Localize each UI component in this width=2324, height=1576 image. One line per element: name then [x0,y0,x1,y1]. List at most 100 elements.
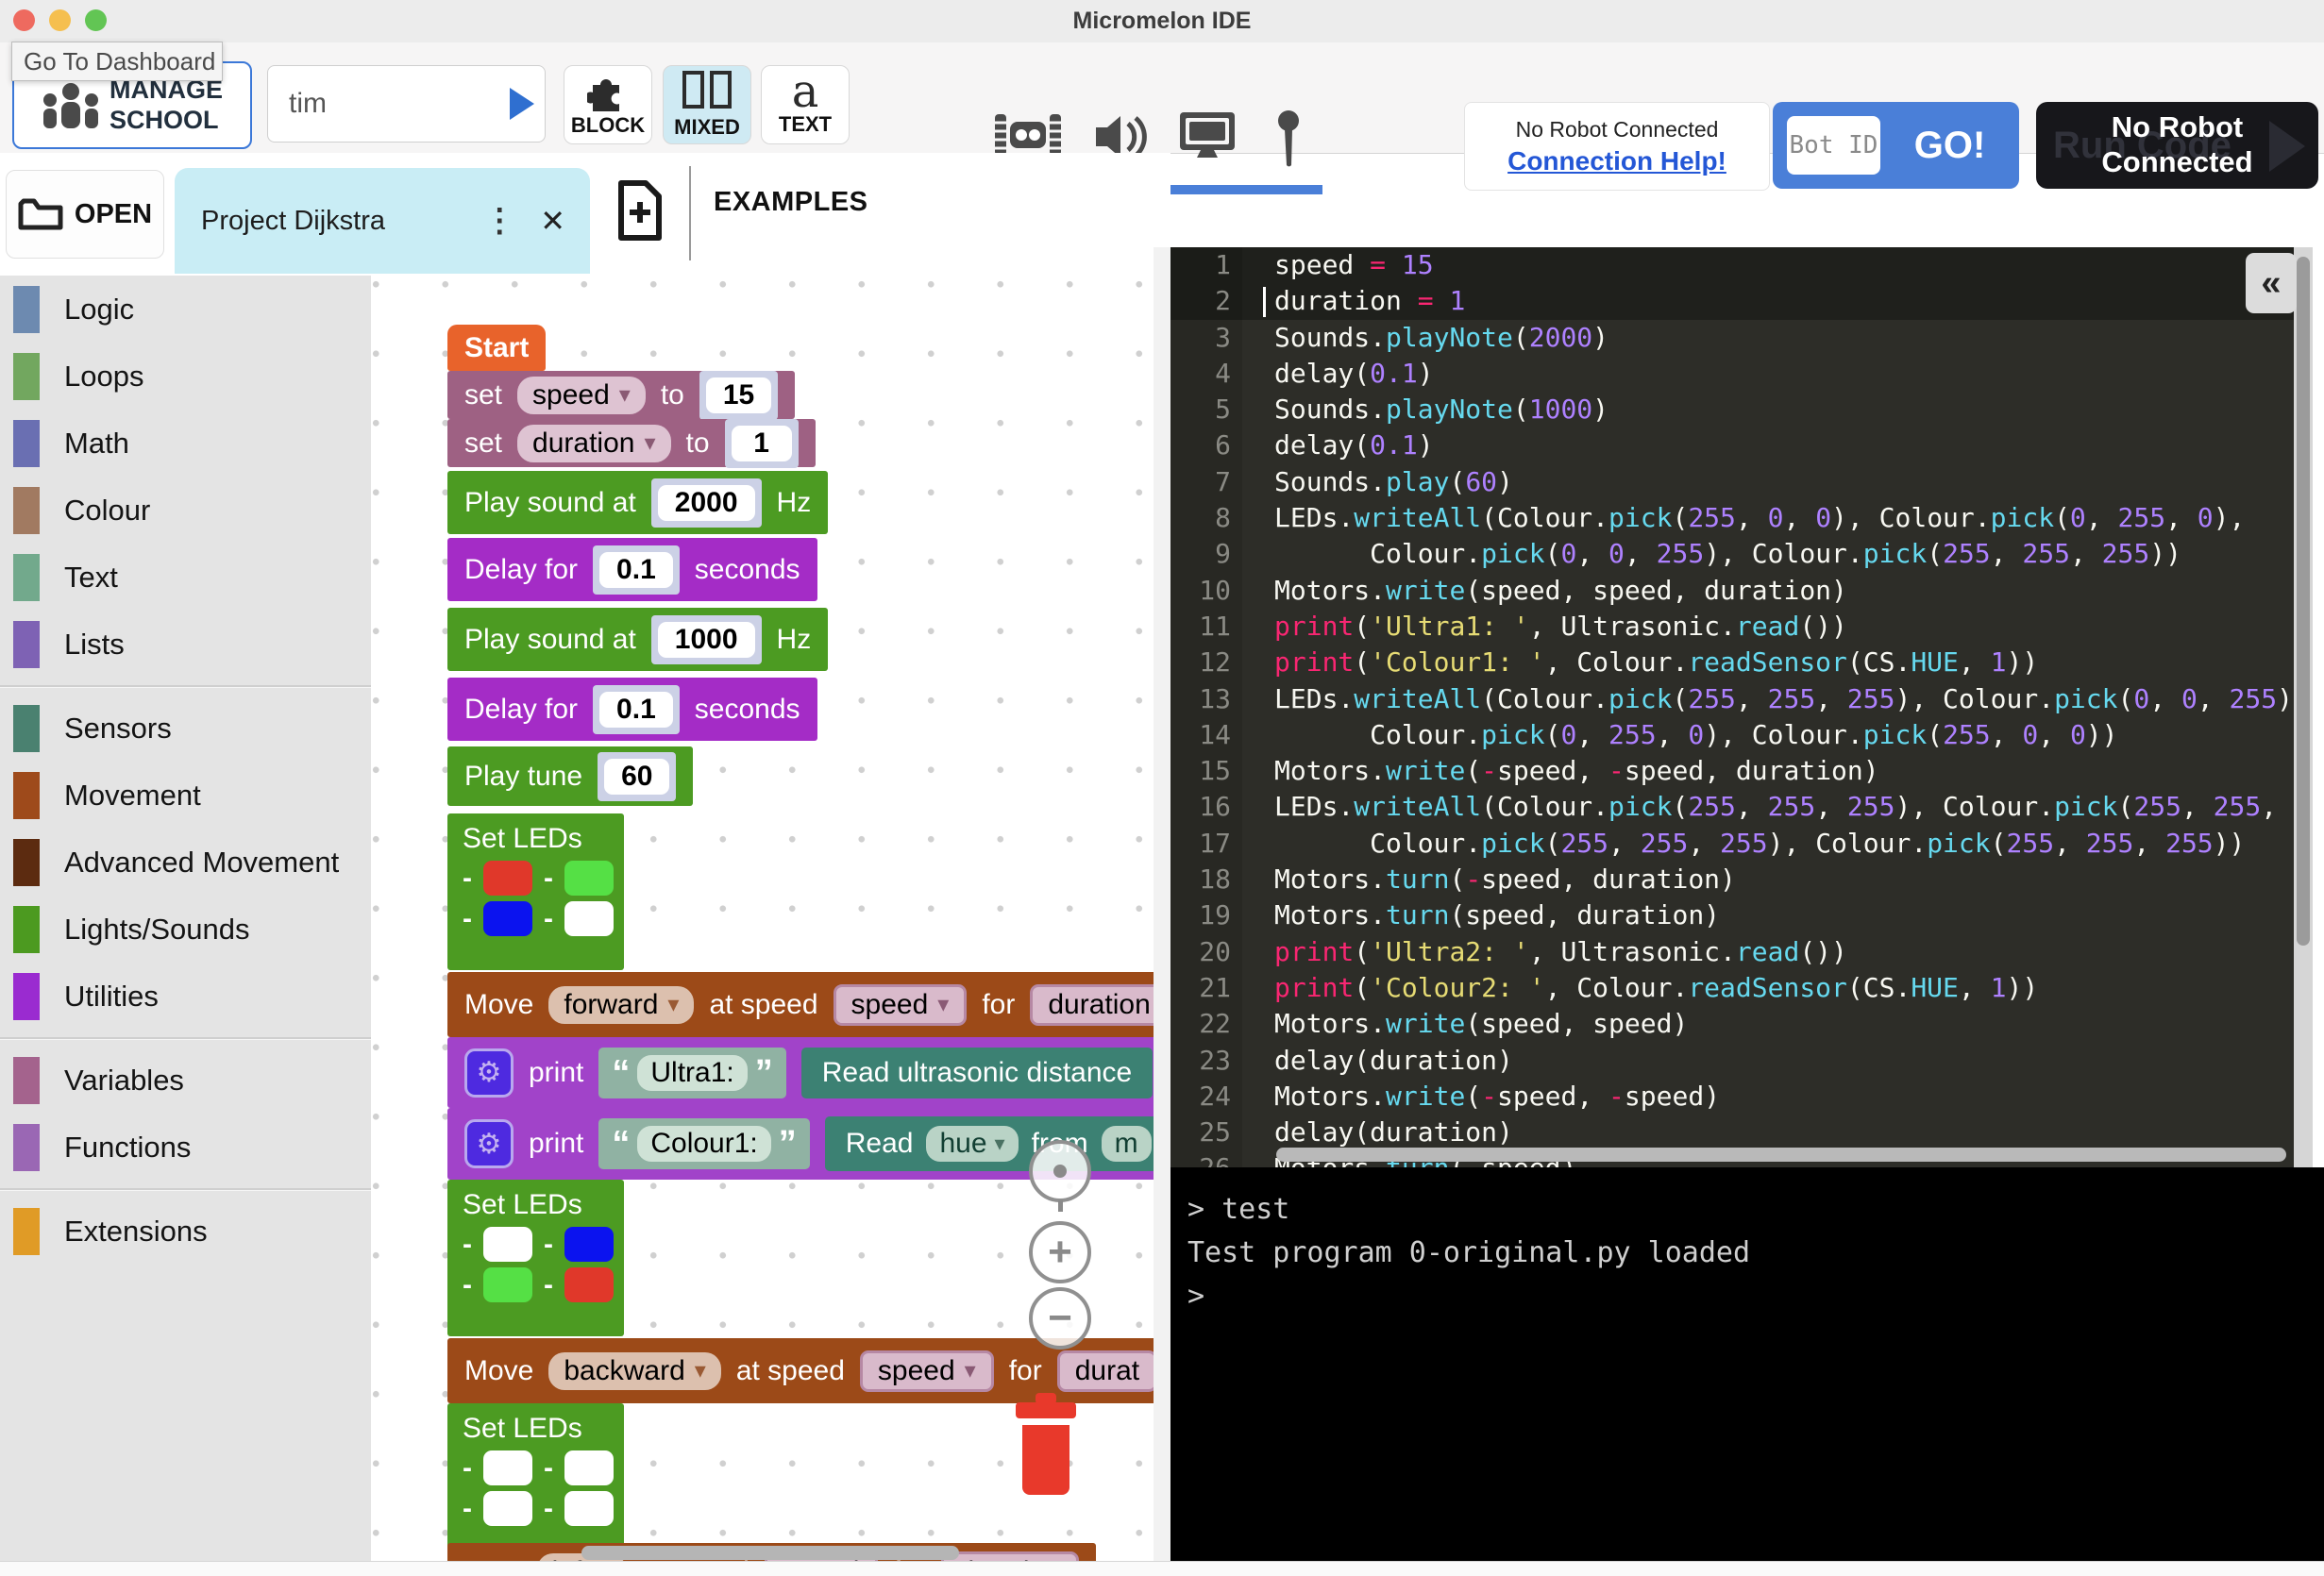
code-line[interactable]: 16LEDs.writeAll(Colour.pick(255, 255, 25… [1170,789,2294,825]
tab-menu-icon[interactable]: ⋮ [483,202,515,240]
editor-horizontal-scrollbar-thumb[interactable] [1276,1148,2286,1162]
run-code-button-disabled[interactable]: Run Code No Robot Connected [2036,102,2318,189]
value-socket[interactable]: 1 [725,419,799,468]
code-line[interactable]: 8LEDs.writeAll(Colour.pick(255, 0, 0), C… [1170,500,2294,536]
led-swatch[interactable] [483,1267,532,1302]
sidebar-item-movement[interactable]: Movement [0,762,371,829]
sidebar-item-advanced-movement[interactable]: Advanced Movement [0,829,371,896]
code-editor[interactable]: 1speed = 152duration = 13Sounds.playNote… [1170,247,2294,1167]
canvas-horizontal-scrollbar[interactable] [581,1546,959,1560]
variable-dropdown[interactable]: duration▾ [517,425,670,462]
code-line[interactable]: 10Motors.write(speed, speed, duration) [1170,573,2294,609]
project-tab[interactable]: Project Dijkstra ⋮ ✕ [175,168,590,274]
go-button[interactable]: GO! [1880,125,2019,167]
value-socket[interactable]: 0.1 [593,545,680,595]
sidebar-item-variables[interactable]: Variables [0,1047,371,1114]
direction-dropdown[interactable]: backward▾ [548,1352,720,1390]
led-swatch[interactable] [483,861,532,896]
set-leds-block[interactable]: Set LEDs -- -- [447,1403,624,1560]
led-swatch[interactable] [564,861,614,896]
text-mode-button[interactable]: a TEXT [761,65,850,144]
led-swatch[interactable] [483,1227,532,1262]
project-name-input[interactable] [267,65,546,143]
delay-block[interactable]: Delay for 0.1 seconds [447,538,817,601]
monitor-icon[interactable] [1178,110,1237,163]
set-leds-block[interactable]: Set LEDs -- -- [447,813,624,970]
set-duration-block[interactable]: set duration▾ to 1 [447,419,816,467]
led-swatch[interactable] [564,1450,614,1485]
sidebar-item-logic[interactable]: Logic [0,276,371,343]
code-line[interactable]: 25delay(duration) [1170,1115,2294,1150]
connection-help-link[interactable]: Connection Help! [1507,146,1726,176]
code-line[interactable]: 18Motors.turn(-speed, duration) [1170,862,2294,897]
value-socket[interactable]: 0.1 [593,685,680,734]
led-swatch[interactable] [564,901,614,936]
value-socket[interactable]: 60 [598,752,676,801]
code-line[interactable]: 22Motors.write(speed, speed) [1170,1006,2294,1042]
run-play-icon[interactable] [510,88,534,120]
channel-dropdown[interactable]: hue▾ [926,1126,1018,1162]
trash-icon[interactable] [1013,1393,1079,1499]
led-swatch[interactable] [564,1267,614,1302]
duration-variable-pill[interactable]: duration [941,1551,1079,1561]
tab-close-icon[interactable]: ✕ [540,203,565,239]
string-block[interactable]: “Ultra1: ” [598,1048,785,1098]
gear-icon[interactable]: ⚙ [464,1048,514,1098]
code-line[interactable]: 13LEDs.writeAll(Colour.pick(255, 255, 25… [1170,681,2294,717]
led-swatch[interactable] [483,901,532,936]
new-file-icon[interactable] [615,179,665,242]
code-line[interactable]: 5Sounds.playNote(1000) [1170,392,2294,428]
value-socket[interactable]: 1000 [651,615,762,664]
value-socket[interactable]: 2000 [651,478,762,528]
mixed-mode-button[interactable]: MIXED [663,65,751,144]
zoom-in-button[interactable]: + [1029,1221,1091,1283]
variable-dropdown[interactable]: speed▾ [517,377,646,414]
target-dropdown[interactable]: m [1102,1126,1152,1162]
code-line[interactable]: 9 Colour.pick(0, 0, 255), Colour.pick(25… [1170,536,2294,572]
sidebar-item-lights-sounds[interactable]: Lights/Sounds [0,896,371,963]
block-canvas[interactable]: Start set speed▾ to 15 set duration▾ to … [371,276,1154,1561]
block-mode-button[interactable]: BLOCK [564,65,652,144]
terminal-output[interactable]: > testTest program 0-original.py loaded> [1170,1167,2324,1561]
move-forward-block[interactable]: Move forward▾ at speed speed▾ for durati… [447,972,1154,1037]
panel-splitter[interactable] [1154,247,1170,1561]
print-block[interactable]: ⚙ print “Ultra1: ” Read ultrasonic dista… [447,1037,1154,1108]
examples-button[interactable]: EXAMPLES [714,187,868,218]
direction-dropdown[interactable]: forward▾ [548,986,694,1024]
code-line[interactable]: 19Motors.turn(speed, duration) [1170,897,2294,933]
string-block[interactable]: “Colour1: ” [598,1118,809,1169]
speed-variable-pill[interactable]: speed▾ [834,984,968,1026]
code-line[interactable]: 24Motors.write(-speed, -speed) [1170,1079,2294,1115]
code-line[interactable]: 23delay(duration) [1170,1043,2294,1079]
led-swatch[interactable] [564,1491,614,1526]
play-tune-block[interactable]: Play tune 60 [447,746,693,806]
value-socket[interactable]: 15 [699,371,778,420]
read-ultrasonic-block[interactable]: Read ultrasonic distance [801,1048,1154,1098]
duration-variable-pill[interactable]: durat [1057,1350,1154,1392]
editor-vertical-scrollbar-thumb[interactable] [2297,257,2310,946]
code-line[interactable]: 1speed = 15 [1170,247,2294,283]
collapse-panel-button[interactable]: « [2246,253,2297,313]
code-line[interactable]: 6delay(0.1) [1170,428,2294,463]
code-line[interactable]: 12print('Colour1: ', Colour.readSensor(C… [1170,645,2294,680]
code-line[interactable]: 3Sounds.playNote(2000) [1170,320,2294,356]
play-sound-block[interactable]: Play sound at 1000 Hz [447,608,828,671]
gear-icon[interactable]: ⚙ [464,1119,514,1168]
code-line[interactable]: 21print('Colour2: ', Colour.readSensor(C… [1170,970,2294,1006]
led-swatch[interactable] [564,1227,614,1262]
code-line[interactable]: 15Motors.write(-speed, -speed, duration) [1170,753,2294,789]
code-line[interactable]: 2duration = 1 [1170,283,2294,319]
zoom-out-button[interactable]: − [1029,1287,1091,1350]
led-swatch[interactable] [483,1450,532,1485]
sidebar-item-colour[interactable]: Colour [0,477,371,544]
sidebar-item-text[interactable]: Text [0,544,371,611]
code-line[interactable]: 20print('Ultra2: ', Ultrasonic.read()) [1170,934,2294,970]
sidebar-item-sensors[interactable]: Sensors [0,695,371,762]
key-icon[interactable] [1276,110,1301,169]
code-line[interactable]: 11print('Ultra1: ', Ultrasonic.read()) [1170,609,2294,645]
sidebar-item-utilities[interactable]: Utilities [0,963,371,1030]
speed-variable-pill[interactable]: speed▾ [860,1350,994,1392]
sidebar-item-functions[interactable]: Functions [0,1114,371,1181]
bot-id-input[interactable] [1787,116,1880,175]
recenter-view-button[interactable] [1029,1140,1091,1202]
